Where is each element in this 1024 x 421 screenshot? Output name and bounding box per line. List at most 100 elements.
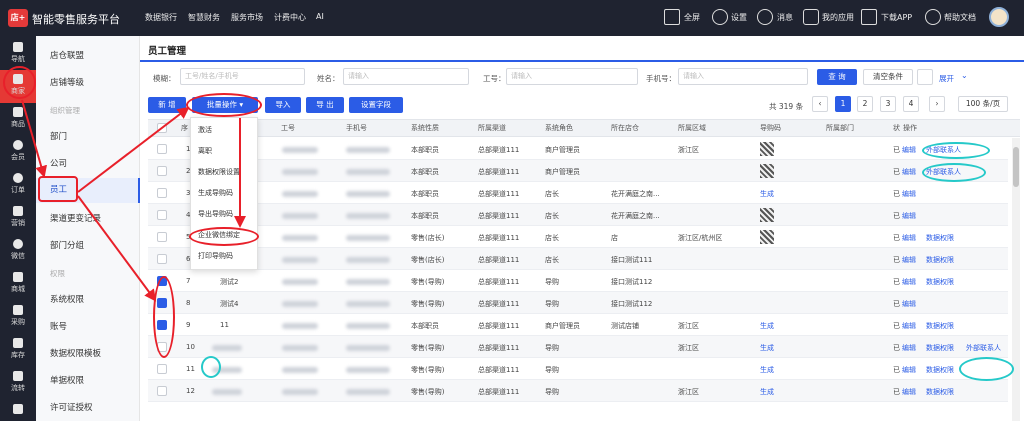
fullscreen-icon[interactable] xyxy=(664,9,680,25)
action-data-permission-link[interactable]: 数据权限 xyxy=(926,255,954,265)
action-edit-link[interactable]: 编辑 xyxy=(902,145,916,155)
action-edit-link[interactable]: 编辑 xyxy=(902,299,916,309)
query-button[interactable]: 查 询 xyxy=(817,69,857,85)
cube-icon[interactable] xyxy=(803,9,819,25)
menu-item-data-permission[interactable]: 数据权限设置 xyxy=(190,162,258,183)
menu-item-activate[interactable]: 激活 xyxy=(190,120,258,141)
phone-input[interactable]: 请输入 xyxy=(678,68,808,85)
action-edit-link[interactable]: 编辑 xyxy=(902,211,916,221)
qr-code-icon[interactable] xyxy=(760,230,774,244)
submenu-dept-group[interactable]: 部门分组 xyxy=(36,234,140,259)
filter-settings-icon[interactable] xyxy=(917,69,933,85)
page-2-button[interactable]: 2 xyxy=(857,96,873,112)
page-size-select[interactable]: 100 条/页 xyxy=(958,96,1008,112)
generate-code-link[interactable]: 生成 xyxy=(760,189,774,199)
help-icon[interactable] xyxy=(925,9,941,25)
topnav-finance[interactable]: 智慧财务 xyxy=(188,12,220,23)
page-4-button[interactable]: 4 xyxy=(903,96,919,112)
rail-item-mall[interactable]: 商城 xyxy=(0,268,36,301)
submenu-data-permission-template[interactable]: 数据权限模板 xyxy=(36,342,140,367)
qr-code-icon[interactable] xyxy=(760,208,774,222)
field-settings-button[interactable]: 设置字段 xyxy=(349,97,403,113)
generate-code-link[interactable]: 生成 xyxy=(760,365,774,375)
rail-item-more[interactable] xyxy=(0,400,36,421)
name-input[interactable]: 请输入 xyxy=(343,68,469,85)
action-edit-link[interactable]: 编辑 xyxy=(902,189,916,199)
action-edit-link[interactable]: 编辑 xyxy=(902,387,916,397)
rail-item-purchase[interactable]: 采购 xyxy=(0,301,36,334)
page-1-button[interactable]: 1 xyxy=(835,96,851,112)
action-external-contact-link[interactable]: 外部联系人 xyxy=(966,343,1001,353)
submenu-department[interactable]: 部门 xyxy=(36,125,140,150)
menu-item-print-code[interactable]: 打印导购码 xyxy=(190,246,258,267)
qr-code-icon[interactable] xyxy=(760,164,774,178)
generate-code-link[interactable]: 生成 xyxy=(760,321,774,331)
rail-item-wechat[interactable]: 微信 xyxy=(0,235,36,268)
page-3-button[interactable]: 3 xyxy=(880,96,896,112)
row-checkbox[interactable] xyxy=(157,210,167,220)
import-button[interactable]: 导入 xyxy=(265,97,301,113)
topnav-market[interactable]: 服务市场 xyxy=(231,12,263,23)
action-edit-link[interactable]: 编辑 xyxy=(902,233,916,243)
messages-button[interactable]: 消息 xyxy=(777,12,793,23)
row-checkbox[interactable] xyxy=(157,232,167,242)
menu-item-resign[interactable]: 离职 xyxy=(190,141,258,162)
rail-item-flow[interactable]: 流转 xyxy=(0,367,36,400)
expand-button[interactable]: 展开 xyxy=(939,73,954,84)
submenu-account[interactable]: 账号 xyxy=(36,315,140,340)
help-docs-button[interactable]: 帮助文档 xyxy=(944,12,976,23)
submenu-store-alliance[interactable]: 店仓联盟 xyxy=(36,44,140,69)
action-edit-link[interactable]: 编辑 xyxy=(902,277,916,287)
row-checkbox[interactable] xyxy=(157,188,167,198)
row-checkbox[interactable] xyxy=(157,166,167,176)
rail-item-stock[interactable]: 库存 xyxy=(0,334,36,367)
row-checkbox[interactable] xyxy=(157,254,167,264)
row-checkbox[interactable] xyxy=(157,144,167,154)
action-data-permission-link[interactable]: 数据权限 xyxy=(926,387,954,397)
scrollbar-thumb[interactable] xyxy=(1013,147,1019,187)
submenu-license[interactable]: 许可证授权 xyxy=(36,396,140,421)
generate-code-link[interactable]: 生成 xyxy=(760,387,774,397)
gear-icon[interactable] xyxy=(712,9,728,25)
menu-item-export-code[interactable]: 导出导购码 xyxy=(190,204,258,225)
submenu-system-permission[interactable]: 系统权限 xyxy=(36,288,140,313)
export-button[interactable]: 导 出 xyxy=(306,97,344,113)
next-page-button[interactable]: › xyxy=(929,96,945,112)
new-button[interactable]: 新 增 xyxy=(148,97,186,113)
chevron-down-icon[interactable]: ⌄ xyxy=(961,71,968,80)
topnav-ai[interactable]: AI xyxy=(316,12,324,21)
action-data-permission-link[interactable]: 数据权限 xyxy=(926,343,954,353)
avatar[interactable] xyxy=(989,7,1009,27)
qr-code-icon[interactable] xyxy=(760,142,774,156)
rail-item-goods[interactable]: 商品 xyxy=(0,103,36,136)
rail-item-marketing[interactable]: 营销 xyxy=(0,202,36,235)
topnav-data-bank[interactable]: 数据银行 xyxy=(145,12,177,23)
menu-item-generate-code[interactable]: 生成导购码 xyxy=(190,183,258,204)
submenu-doc-permission[interactable]: 单据权限 xyxy=(36,369,140,394)
download-app-button[interactable]: 下载APP xyxy=(881,12,912,23)
row-checkbox[interactable] xyxy=(157,364,167,374)
prev-page-button[interactable]: ‹ xyxy=(812,96,828,112)
action-edit-link[interactable]: 编辑 xyxy=(902,167,916,177)
fullscreen-button[interactable]: 全屏 xyxy=(684,12,700,23)
bell-icon[interactable] xyxy=(757,9,773,25)
action-data-permission-link[interactable]: 数据权限 xyxy=(926,277,954,287)
clear-filters-button[interactable]: 清空条件 xyxy=(863,69,913,85)
action-data-permission-link[interactable]: 数据权限 xyxy=(926,233,954,243)
action-edit-link[interactable]: 编辑 xyxy=(902,321,916,331)
action-edit-link[interactable]: 编辑 xyxy=(902,365,916,375)
settings-button[interactable]: 设置 xyxy=(731,12,747,23)
submenu-channel-change[interactable]: 渠道更变记录 xyxy=(36,207,140,232)
action-edit-link[interactable]: 编辑 xyxy=(902,343,916,353)
select-all-checkbox[interactable] xyxy=(157,123,167,133)
fuzzy-search-input[interactable]: 工号/姓名/手机号 xyxy=(180,68,305,85)
my-apps-button[interactable]: 我的应用 xyxy=(822,12,854,23)
action-edit-link[interactable]: 编辑 xyxy=(902,255,916,265)
generate-code-link[interactable]: 生成 xyxy=(760,343,774,353)
download-icon[interactable] xyxy=(861,9,877,25)
row-checkbox[interactable] xyxy=(157,386,167,396)
rail-item-member[interactable]: 会员 xyxy=(0,136,36,169)
submenu-store-level[interactable]: 店铺等级 xyxy=(36,71,140,96)
submenu-company[interactable]: 公司 xyxy=(36,152,140,177)
rail-item-order[interactable]: 订单 xyxy=(0,169,36,202)
